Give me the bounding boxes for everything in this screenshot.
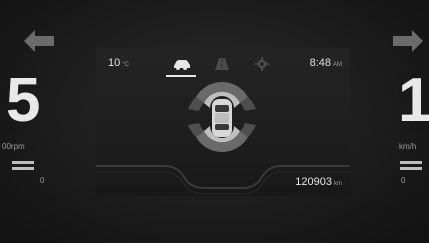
temperature-value: 10	[108, 57, 121, 69]
left-turn-arrow-icon	[24, 30, 54, 52]
center-display: 10 °C 8:48 AM 120903 km	[96, 48, 350, 196]
road-icon[interactable]	[212, 56, 232, 72]
rpm-bar-top	[12, 161, 34, 164]
rpm-unit-label: 00rpm	[2, 142, 25, 151]
rpm-bar-bottom	[12, 167, 34, 170]
speed-scale-zero: 0	[401, 176, 406, 185]
odometer-unit: km	[334, 181, 342, 187]
display-mode-tabs	[166, 56, 276, 77]
speed-bar-bottom	[400, 167, 422, 170]
temperature-unit: °C	[122, 62, 129, 68]
odometer: 120903 km	[295, 176, 342, 188]
time-suffix: AM	[333, 62, 342, 68]
speed-indicator: 1	[398, 66, 429, 135]
car-icon[interactable]	[172, 56, 192, 72]
clock: 8:48 AM	[310, 57, 342, 69]
outside-temperature: 10 °C	[108, 57, 129, 69]
odometer-value: 120903	[295, 176, 332, 188]
speed-unit-label: km/h	[399, 142, 417, 151]
gear-icon[interactable]	[252, 56, 272, 72]
speed-bar-top	[400, 161, 422, 164]
gear-indicator: 5	[6, 66, 41, 135]
right-turn-arrow-icon	[393, 30, 423, 52]
rpm-scale-zero: 0	[40, 176, 45, 185]
time-value: 8:48	[309, 57, 331, 69]
parking-sensor-display	[188, 81, 256, 153]
